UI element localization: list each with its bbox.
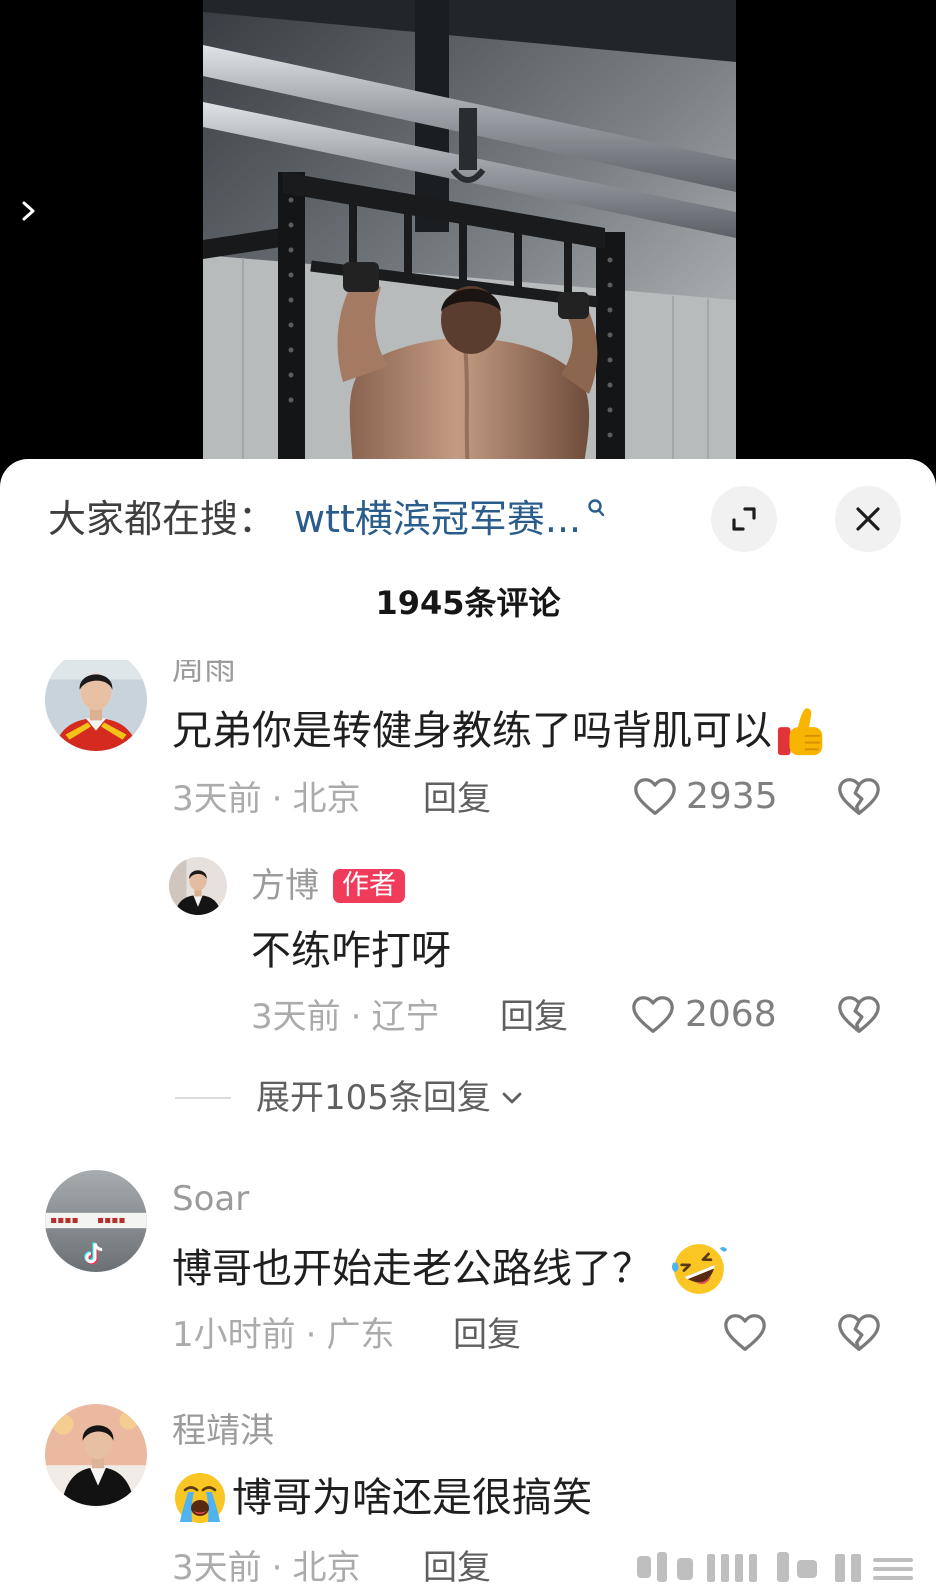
- comment-time: 3天前: [172, 1548, 262, 1588]
- loudly-crying-emoji: [175, 1473, 225, 1523]
- chevron-right-icon[interactable]: [16, 194, 42, 228]
- reply-button[interactable]: 回复: [500, 996, 568, 1038]
- video-frame[interactable]: [203, 0, 736, 470]
- reply-button[interactable]: 回复: [423, 778, 491, 820]
- trending-search-bar[interactable]: 大家都在搜： wtt横滨冠军赛...: [48, 496, 607, 542]
- meta-separator: ·: [305, 1315, 317, 1355]
- avatar[interactable]: [45, 660, 147, 751]
- comment-time: 1小时前: [172, 1315, 296, 1355]
- rofl-emoji: [671, 1244, 727, 1294]
- comment-text: 博哥为啥还是很搞笑: [172, 1470, 592, 1526]
- comment-sheet-screen: 大家都在搜： wtt横滨冠军赛... 1945条评论 周雨 兄弟你是转健身教练了…: [0, 0, 936, 1592]
- comment-text: 博哥也开始走老公路线了？: [172, 1240, 728, 1298]
- reply-avatar[interactable]: [169, 857, 227, 915]
- meta-separator: ·: [271, 779, 283, 819]
- expand-icon: [732, 507, 756, 531]
- expand-button[interactable]: [711, 486, 777, 552]
- close-button[interactable]: [835, 486, 901, 552]
- video-frame-image: [203, 0, 736, 470]
- comment-author[interactable]: Soar: [172, 1178, 249, 1220]
- expand-replies-button[interactable]: 展开105条回复: [256, 1077, 527, 1119]
- comment-location: 广东: [326, 1315, 395, 1355]
- reply-time: 3天前: [251, 997, 341, 1037]
- author-badge: 作者: [333, 869, 405, 903]
- trending-search-label: 大家都在搜：: [48, 497, 277, 541]
- trending-search-query[interactable]: wtt横滨冠军赛...: [294, 496, 581, 542]
- comment-meta: 3天前 · 北京: [172, 778, 360, 820]
- like-count: 2068: [685, 994, 777, 1035]
- heart-outline-icon[interactable]: [632, 774, 678, 820]
- expand-divider: [175, 1097, 231, 1099]
- avatar[interactable]: [45, 1404, 147, 1506]
- reply-author[interactable]: 方博: [251, 865, 319, 907]
- comment-text: 兄弟你是转健身教练了吗背肌可以: [172, 704, 830, 758]
- watermark: [637, 1552, 913, 1582]
- comment-body: 博哥也开始走老公路线了？: [172, 1246, 652, 1292]
- broken-heart-icon[interactable]: [836, 774, 882, 820]
- comments-count-title: 1945条评论: [375, 584, 561, 622]
- reply-location: 辽宁: [371, 997, 440, 1037]
- comment-author[interactable]: 程靖淇: [172, 1410, 274, 1452]
- thumbs-up-emoji: [777, 708, 823, 756]
- heart-outline-icon[interactable]: [722, 1310, 768, 1356]
- search-icon: [588, 499, 605, 517]
- expand-replies-label: 展开105条回复: [256, 1078, 491, 1118]
- reply-button[interactable]: 回复: [453, 1314, 521, 1356]
- like-count: 2935: [686, 776, 778, 817]
- comment-meta: 1小时前 · 广东: [172, 1314, 394, 1356]
- reply-text: 不练咋打呀: [251, 928, 451, 974]
- reply-button[interactable]: 回复: [423, 1547, 491, 1589]
- meta-separator: ·: [271, 1548, 283, 1588]
- comment-body: 博哥为啥还是很搞笑: [232, 1475, 592, 1521]
- reply-meta: 3天前 · 辽宁: [251, 996, 439, 1038]
- comment-meta: 3天前 · 北京: [172, 1547, 360, 1589]
- comment-body: 兄弟你是转健身教练了吗背肌可以: [172, 708, 772, 754]
- comment-author[interactable]: 周雨: [172, 660, 236, 687]
- heart-outline-icon[interactable]: [630, 992, 676, 1038]
- close-icon: [856, 507, 880, 531]
- meta-separator: ·: [350, 997, 362, 1037]
- comment-list[interactable]: 周雨 兄弟你是转健身教练了吗背肌可以 3天前 · 北京 回复 2935 方博 作…: [0, 660, 936, 1592]
- chevron-down-icon: [502, 1092, 522, 1104]
- comment-time: 3天前: [172, 779, 262, 819]
- comment-location: 北京: [292, 779, 361, 819]
- reply-header: 方博 作者: [251, 865, 405, 907]
- broken-heart-icon[interactable]: [836, 1310, 882, 1356]
- comment-location: 北京: [292, 1548, 361, 1588]
- broken-heart-icon[interactable]: [836, 992, 882, 1038]
- avatar[interactable]: [45, 1170, 147, 1272]
